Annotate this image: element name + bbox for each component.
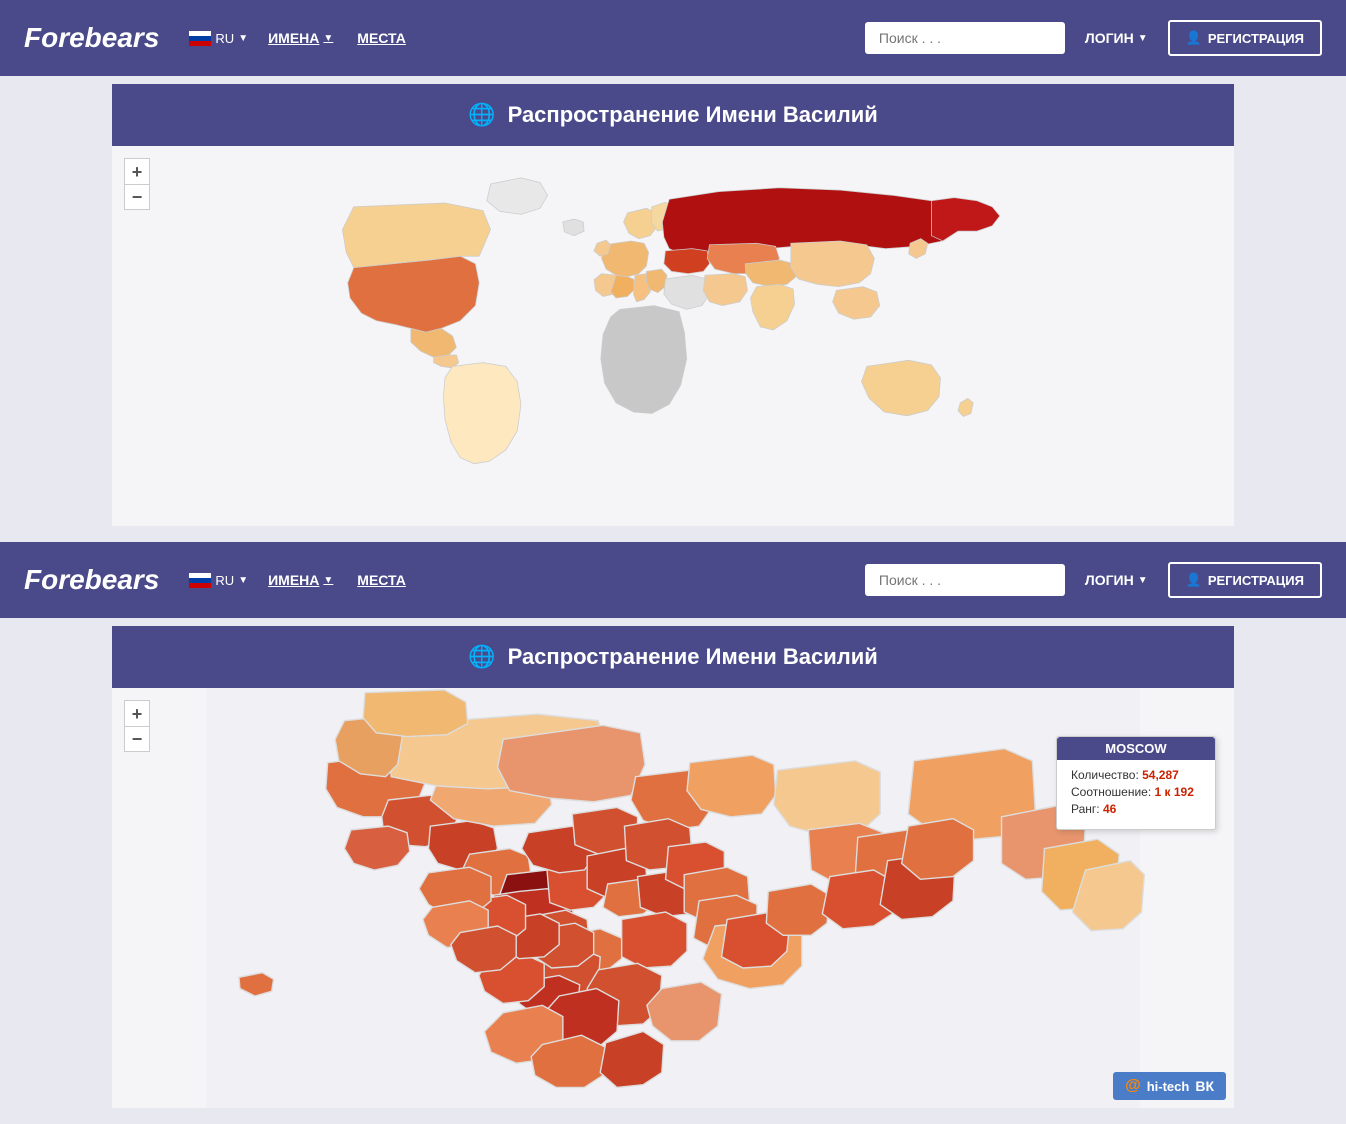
login-dropdown-arrow-2: ▼ [1138,575,1148,586]
navbar-bottom: Forebears RU ▼ ИМЕНА ▼ МЕСТА ЛОГИН ▼ 👤 Р… [0,542,1346,618]
flag-icon [189,31,211,46]
map-title-1: Распространение Имени Василий [508,102,878,128]
nav-places-2[interactable]: МЕСТА [357,572,406,588]
login-dropdown-arrow: ▼ [1138,33,1148,44]
map-controls-1: + − [124,158,150,210]
names-dropdown-arrow-2: ▼ [323,575,333,586]
nav-places[interactable]: МЕСТА [357,30,406,46]
nav-names-2[interactable]: ИМЕНА ▼ [268,572,333,588]
search-input-2[interactable] [865,564,1065,596]
tooltip-count-val: 54,287 [1142,768,1179,782]
language-selector[interactable]: RU ▼ [189,31,248,46]
lang-label: RU [215,31,234,46]
lang-dropdown-arrow-2: ▼ [238,575,248,586]
tooltip-ratio-row: Соотношение: 1 к 192 [1071,785,1201,799]
register-button[interactable]: 👤 РЕГИСТРАЦИЯ [1168,20,1322,56]
map-header-2: 🌐 Распространение Имени Василий [112,626,1234,688]
flag-icon-2 [189,573,211,588]
register-icon: 👤 [1186,30,1202,46]
login-button-2[interactable]: ЛОГИН ▼ [1085,572,1148,588]
zoom-in-btn-1[interactable]: + [124,158,150,184]
watermark-text: hi-tech [1147,1079,1190,1094]
lang-label-2: RU [215,573,234,588]
globe-icon-2: 🌐 [468,644,495,670]
tooltip-ratio-val: 1 к 192 [1155,785,1194,799]
lang-dropdown-arrow: ▼ [238,33,248,44]
navbar-top: Forebears RU ▼ ИМЕНА ▼ МЕСТА ЛОГИН ▼ 👤 Р… [0,0,1346,76]
zoom-out-btn-1[interactable]: − [124,184,150,210]
nav-names[interactable]: ИМЕНА ▼ [268,30,333,46]
vk-icon: ВК [1195,1078,1214,1094]
section-russia-map: 🌐 Распространение Имени Василий + − MOSC… [0,618,1346,1116]
names-dropdown-arrow: ▼ [323,33,333,44]
search-input[interactable] [865,22,1065,54]
brand-logo-2[interactable]: Forebears [24,564,159,596]
tooltip-city: MOSCOW [1057,737,1215,760]
brand-logo[interactable]: Forebears [24,22,159,54]
map-header-1: 🌐 Распространение Имени Василий [112,84,1234,146]
tooltip-count-row: Количество: 54,287 [1071,768,1201,782]
login-button[interactable]: ЛОГИН ▼ [1085,30,1148,46]
map-controls-2: + − [124,700,150,752]
register-icon-2: 👤 [1186,572,1202,588]
globe-icon-1: 🌐 [468,102,495,128]
russia-map-container[interactable]: + − MOSCOW Количество: 54,287 Соотношени… [112,688,1234,1108]
section-world-map: 🌐 Распространение Имени Василий + − [0,76,1346,534]
register-button-2[interactable]: 👤 РЕГИСТРАЦИЯ [1168,562,1322,598]
map-title-2: Распространение Имени Василий [508,644,878,670]
zoom-in-btn-2[interactable]: + [124,700,150,726]
tooltip-rank-row: Ранг: 46 [1071,802,1201,816]
language-selector-2[interactable]: RU ▼ [189,573,248,588]
watermark-at: @ [1125,1077,1141,1095]
nav-links-2: ИМЕНА ▼ МЕСТА [268,572,406,588]
map-tooltip: MOSCOW Количество: 54,287 Соотношение: 1… [1056,736,1216,830]
world-map-container[interactable]: + − [112,146,1234,526]
watermark: @ hi-tech ВК [1113,1072,1226,1100]
zoom-out-btn-2[interactable]: − [124,726,150,752]
world-map-svg [112,146,1234,526]
tooltip-rank-val: 46 [1103,802,1116,816]
nav-links: ИМЕНА ▼ МЕСТА [268,30,406,46]
